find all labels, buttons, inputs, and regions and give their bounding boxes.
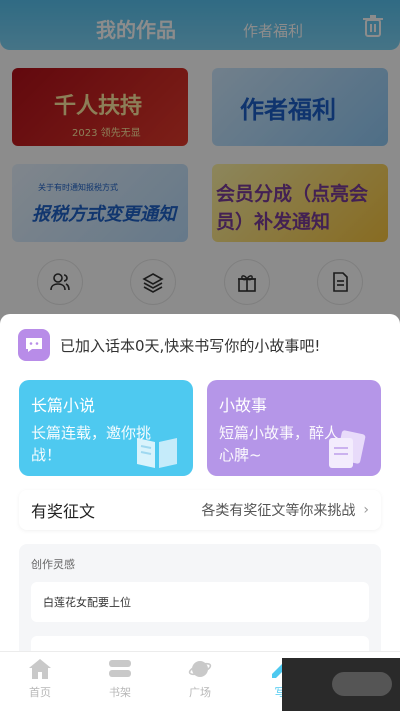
thumbnail-pill bbox=[332, 672, 392, 696]
inspiration-title: 创作灵感 bbox=[31, 558, 75, 571]
tab-home[interactable]: 首页 bbox=[10, 658, 70, 700]
hint-row: 已加入话本0天,快来书写你的小故事吧! bbox=[18, 328, 320, 362]
contest-title: 有奖征文 bbox=[31, 502, 96, 521]
tab-label: 首页 bbox=[29, 686, 51, 699]
open-book-icon bbox=[137, 438, 177, 468]
inspiration-item[interactable]: 白莲花女配要上位 bbox=[31, 582, 369, 622]
planet-icon bbox=[188, 661, 212, 677]
tab-label: 书架 bbox=[109, 686, 131, 699]
novel-title: 长篇小说 bbox=[31, 396, 96, 415]
chevron-right-icon: › bbox=[363, 502, 369, 518]
story-card[interactable]: 小故事 短篇小故事，醉人心脾~ bbox=[207, 380, 381, 476]
novel-card[interactable]: 长篇小说 长篇连载，邀你挑战！ bbox=[19, 380, 193, 476]
dim-overlay[interactable] bbox=[0, 0, 400, 330]
bookshelf-icon bbox=[109, 660, 131, 677]
tab-label: 广场 bbox=[189, 686, 211, 699]
floating-thumbnail bbox=[282, 658, 400, 711]
notes-icon bbox=[329, 430, 366, 468]
contest-row[interactable]: 有奖征文 各类有奖征文等你来挑战 › bbox=[19, 490, 381, 530]
tab-square[interactable]: 广场 bbox=[170, 658, 230, 700]
story-title: 小故事 bbox=[219, 396, 268, 415]
chat-bubble-icon bbox=[18, 329, 50, 361]
home-icon bbox=[29, 659, 51, 679]
contest-desc: 各类有奖征文等你来挑战 bbox=[201, 503, 356, 519]
hint-text: 已加入话本0天,快来书写你的小故事吧! bbox=[60, 336, 321, 355]
tab-bookshelf[interactable]: 书架 bbox=[90, 658, 150, 700]
create-sheet: 已加入话本0天,快来书写你的小故事吧! 长篇小说 长篇连载，邀你挑战！ 小故事 … bbox=[0, 314, 400, 674]
